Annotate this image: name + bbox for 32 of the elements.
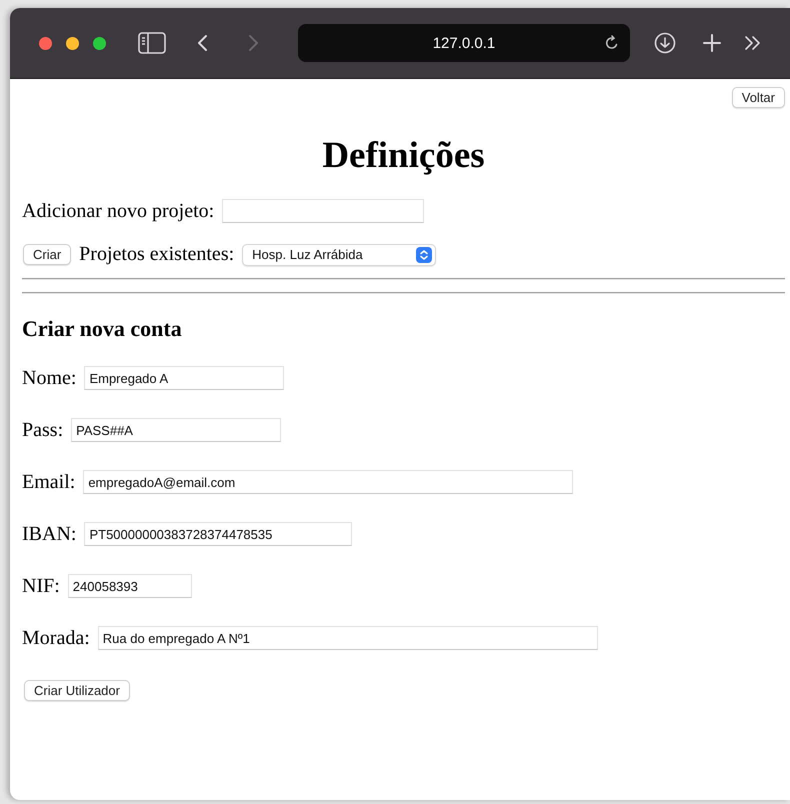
select-arrows-icon bbox=[416, 246, 432, 262]
input-field[interactable]: PASS##A bbox=[71, 418, 282, 442]
input-field[interactable]: 240058393 bbox=[68, 574, 192, 598]
input-field[interactable]: PT50000000383728374478535 bbox=[84, 522, 352, 546]
project-select[interactable]: Hosp. Luz Arrábida bbox=[242, 244, 436, 266]
field-label: IBAN: bbox=[22, 522, 76, 546]
chevrons-icon[interactable] bbox=[744, 35, 762, 51]
field-label: Email: bbox=[22, 470, 76, 494]
input-field[interactable]: Rua do empregado A Nº1 bbox=[98, 626, 598, 650]
download-icon[interactable] bbox=[654, 32, 676, 54]
field-label: Morada: bbox=[22, 626, 90, 650]
create-user-button[interactable]: Criar Utilizador bbox=[24, 680, 130, 701]
input-field[interactable]: Empregado A bbox=[84, 366, 284, 390]
input-field[interactable]: empregadoA@email.com bbox=[83, 470, 574, 494]
reload-icon[interactable] bbox=[604, 35, 620, 51]
field-label: NIF: bbox=[22, 574, 60, 598]
address-bar[interactable]: 127.0.0.1 bbox=[298, 24, 630, 62]
back-button[interactable]: Voltar bbox=[732, 87, 785, 108]
url-text: 127.0.0.1 bbox=[432, 34, 496, 52]
sidebar-icon[interactable] bbox=[138, 32, 166, 54]
input-field[interactable] bbox=[222, 199, 424, 223]
field-label: Pass: bbox=[22, 418, 64, 442]
close-button[interactable] bbox=[39, 36, 52, 50]
plus-icon[interactable] bbox=[702, 33, 722, 53]
field-label: Adicionar novo projeto: bbox=[22, 200, 214, 222]
create-button[interactable]: Criar bbox=[23, 244, 72, 265]
zoom-button[interactable] bbox=[93, 36, 106, 50]
field-label: Projetos existentes: bbox=[79, 243, 234, 266]
section-heading: Criar nova conta bbox=[22, 316, 183, 342]
field-label: Nome: bbox=[22, 366, 76, 390]
minimize-button[interactable] bbox=[66, 36, 79, 50]
page-title: Definições bbox=[321, 134, 486, 177]
